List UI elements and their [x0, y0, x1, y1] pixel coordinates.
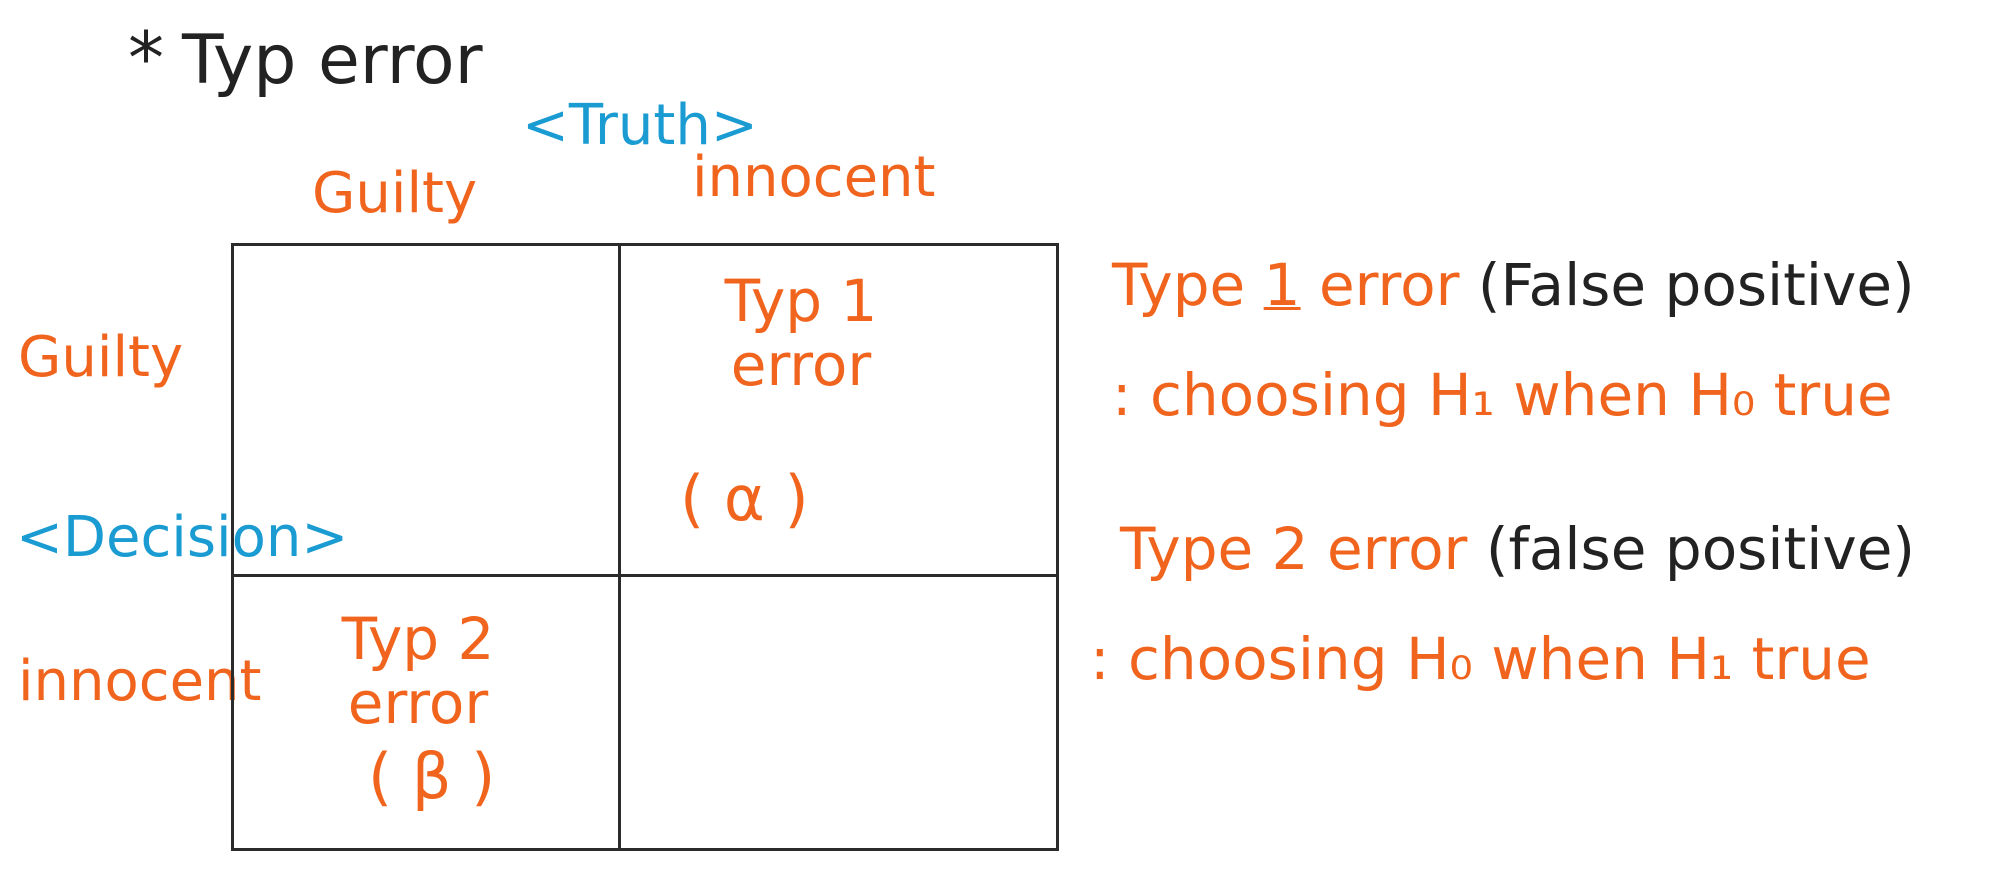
title-text: Typ error: [182, 21, 483, 100]
error-matrix-grid: [231, 243, 1059, 851]
type2-parenthetical: (false positive): [1485, 515, 1916, 583]
type1-number: 1: [1263, 251, 1301, 319]
star-icon: *: [128, 16, 164, 100]
type2-error-cell-label: Typ 2 error: [341, 605, 495, 737]
beta-symbol: ( β ): [368, 740, 496, 813]
row-header-guilty: Guilty: [18, 325, 184, 390]
grid-horizontal-divider: [234, 574, 1056, 577]
type2-definition: : choosing H₀ when H₁ true: [1090, 625, 1871, 693]
type2-heading: Type 2 error (false positive): [1120, 520, 1915, 578]
grid-vertical-divider: [618, 246, 621, 848]
row-header-innocent: innocent: [18, 649, 262, 714]
type1-head-word: Type: [1112, 251, 1246, 319]
column-header-innocent: innocent: [692, 145, 936, 210]
page-title: * Typ error: [128, 22, 483, 95]
column-header-guilty: Guilty: [312, 161, 478, 226]
type1-parenthetical: (False positive): [1477, 251, 1915, 319]
whiteboard-canvas: * Typ error <Truth> Guilty innocent Guilt…: [0, 0, 2006, 891]
alpha-symbol: ( α ): [680, 462, 809, 535]
type2-head-text: Type 2 error: [1120, 515, 1468, 583]
type1-error-word: error: [1319, 251, 1460, 319]
type1-definition: : choosing H₁ when H₀ true: [1112, 361, 1893, 429]
type1-error-cell-label: Typ 1 error: [724, 267, 878, 399]
type1-heading: Type 1 error (False positive): [1112, 256, 1915, 314]
